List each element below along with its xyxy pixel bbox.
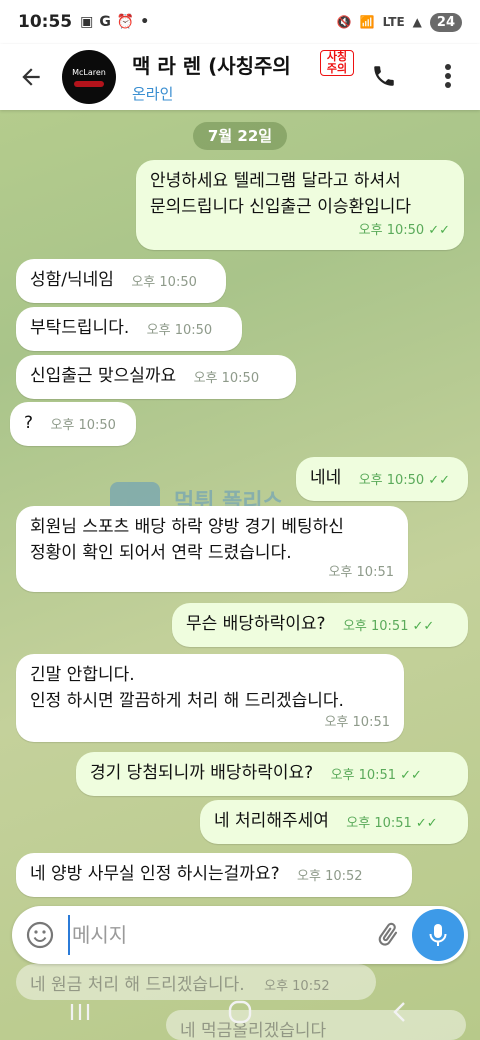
phone-icon — [374, 66, 394, 86]
message-bubble-incoming[interactable]: 긴말 안합니다. 인정 하시면 깔끔하게 처리 해 드리겠습니다. 오후 10:… — [16, 654, 404, 742]
back-arrow-icon — [22, 68, 40, 86]
read-check-icon: ✓✓ — [428, 223, 450, 238]
message-composer — [12, 906, 468, 964]
message-bubble-incoming[interactable]: 네 양방 사무실 인정 하시는걸까요? 오후 10:52 — [16, 853, 412, 897]
date-separator: 7월 22일 — [193, 122, 287, 150]
message-meta: 오후 10:51 ✓✓ — [346, 816, 438, 831]
message-time: 오후 10:51 — [328, 565, 394, 580]
read-check-icon: ✓✓ — [415, 816, 438, 831]
message-text: 네 처리해주세여 — [214, 811, 329, 831]
message-text: 안녕하세요 텔레그램 달라고 하셔서 문의드립니다 신입출근 이승환입니다 — [150, 171, 412, 217]
paperclip-icon — [378, 922, 398, 946]
gallery-icon: ▣ — [80, 14, 94, 30]
message-bubble-incoming[interactable]: 부탁드립니다. 오후 10:50 — [16, 307, 242, 351]
call-button[interactable] — [366, 58, 402, 94]
back-button[interactable] — [0, 44, 62, 110]
back-nav-button[interactable] — [370, 992, 430, 1032]
message-text: 무슨 배당하락이요? — [186, 614, 326, 634]
chat-title-block[interactable]: 맥 라 렌 (사칭주의 온라인 — [132, 50, 332, 104]
signal-icon: ▲ — [412, 15, 422, 29]
message-text: ? — [24, 413, 34, 433]
home-button[interactable] — [210, 992, 270, 1032]
message-meta: 오후 10:50 ✓✓ — [358, 223, 450, 238]
google-icon: G — [99, 14, 111, 30]
system-nav-bar — [0, 984, 480, 1040]
voice-record-button[interactable] — [412, 909, 464, 961]
alarm-icon: ⏰ — [116, 14, 135, 30]
car-icon — [74, 80, 104, 87]
home-icon — [228, 1000, 252, 1024]
message-meta: 오후 10:51 ✓✓ — [330, 768, 422, 783]
message-time: 오후 10:50 — [146, 323, 213, 338]
message-bubble-outgoing[interactable]: 안녕하세요 텔레그램 달라고 하셔서 문의드립니다 신입출근 이승환입니다 오후… — [136, 160, 464, 250]
avatar[interactable]: McLaren — [62, 50, 116, 104]
message-bubble-incoming[interactable]: 회원님 스포츠 배당 하락 양방 경기 베팅하신 정황이 확인 되어서 연락 드… — [16, 506, 408, 592]
message-meta: 오후 10:51 ✓✓ — [342, 619, 435, 634]
message-meta: 오후 10:50 ✓✓ — [358, 473, 451, 488]
message-bubble-outgoing[interactable]: 무슨 배당하락이요? 오후 10:51 ✓✓ — [172, 603, 468, 647]
avatar-brand-text: McLaren — [72, 67, 106, 77]
chat-title: 맥 라 렌 (사칭주의 — [132, 54, 291, 78]
microphone-icon — [429, 924, 447, 946]
message-bubble-incoming[interactable]: 신입출근 맞으실까요 오후 10:50 — [16, 355, 296, 399]
online-status: 온라인 — [132, 85, 174, 103]
message-text: 성함/닉네임 — [30, 270, 114, 290]
notification-dot: • — [140, 14, 150, 30]
message-bubble-outgoing[interactable]: 경기 당첨되니까 배당하락이요? 오후 10:51 ✓✓ — [76, 752, 468, 796]
wifi-icon: 📶 — [359, 15, 375, 29]
message-text: 긴말 안합니다. 인정 하시면 깔끔하게 처리 해 드리겠습니다. — [30, 665, 344, 711]
message-time: 오후 10:51 — [324, 715, 390, 730]
more-options-button[interactable] — [430, 58, 466, 94]
impersonation-warning-badge: 사칭 주의 — [320, 50, 354, 76]
message-text: 신입출근 맞으실까요 — [30, 366, 177, 386]
battery-indicator: 24 — [429, 12, 462, 32]
read-check-icon: ✓✓ — [428, 473, 451, 488]
message-text: 네 양방 사무실 인정 하시는걸까요? — [30, 864, 280, 884]
read-check-icon: ✓✓ — [400, 768, 422, 783]
lte-label: LTE — [382, 15, 405, 29]
attach-button[interactable] — [364, 906, 412, 964]
kebab-menu-icon — [445, 64, 451, 88]
read-check-icon: ✓✓ — [412, 619, 435, 634]
message-text: 부탁드립니다. — [30, 318, 130, 338]
chevron-left-icon — [393, 1002, 405, 1022]
recent-apps-icon — [70, 1004, 90, 1020]
status-bar: 10:55 ▣ G ⏰ • 🔇 📶 LTE ▲ 24 — [0, 0, 480, 44]
message-bubble-outgoing[interactable]: 네네 오후 10:50 ✓✓ — [296, 457, 468, 501]
message-time: 오후 10:50 — [50, 418, 116, 433]
message-input[interactable] — [68, 915, 364, 955]
message-bubble-outgoing[interactable]: 네 처리해주세여 오후 10:51 ✓✓ — [200, 800, 468, 844]
message-text: 회원님 스포츠 배당 하락 양방 경기 베팅하신 정황이 확인 되어서 연락 드… — [30, 517, 344, 563]
message-text: 경기 당첨되니까 배당하락이요? — [90, 763, 314, 783]
message-time: 오후 10:50 — [131, 275, 197, 290]
chat-header: McLaren 맥 라 렌 (사칭주의 온라인 — [0, 44, 480, 110]
smiley-icon — [26, 921, 54, 949]
recent-apps-button[interactable] — [50, 992, 110, 1032]
message-time: 오후 10:52 — [297, 869, 363, 884]
status-time: 10:55 — [18, 12, 73, 32]
mute-icon: 🔇 — [336, 15, 352, 29]
message-bubble-incoming[interactable]: ? 오후 10:50 — [10, 402, 136, 446]
message-bubble-incoming[interactable]: 성함/닉네임 오후 10:50 — [16, 259, 226, 303]
message-time: 오후 10:50 — [193, 371, 260, 386]
emoji-button[interactable] — [12, 906, 68, 964]
message-text: 네네 — [310, 468, 342, 488]
